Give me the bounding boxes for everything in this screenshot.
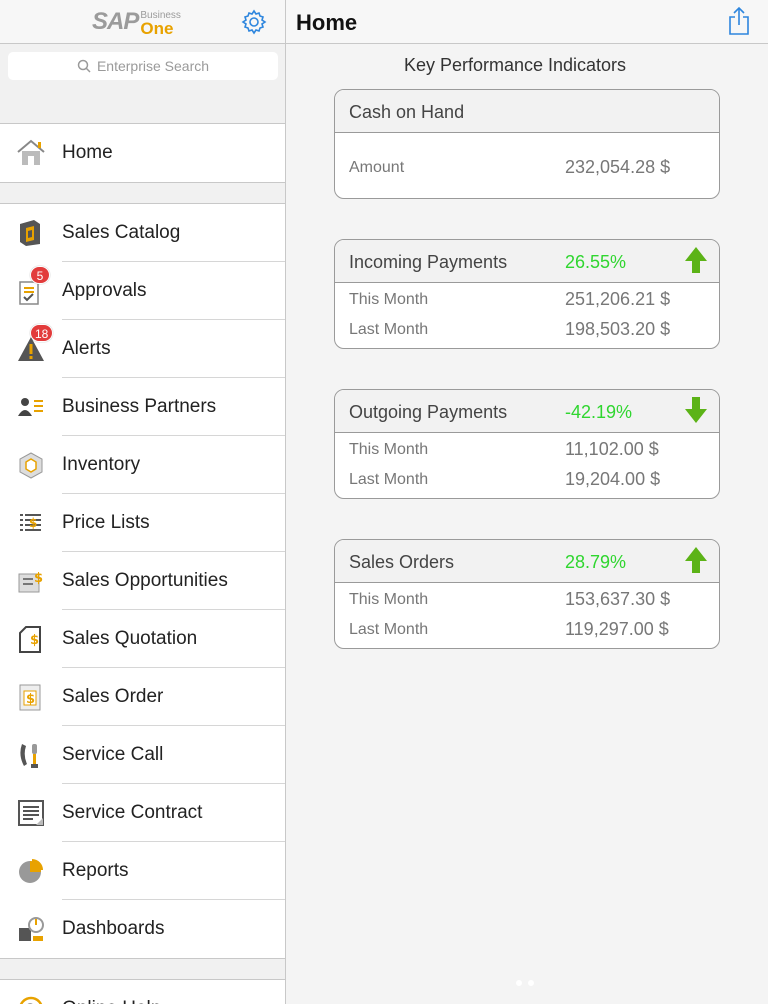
svg-text:?: ? — [26, 1000, 35, 1004]
change-percentage: 28.79% — [565, 552, 627, 572]
card-name: Cash on Hand — [349, 102, 465, 122]
last-month-label: Last Month — [349, 621, 429, 638]
arrow-down-icon — [685, 397, 707, 423]
last-month-value: 19,204.00 $ — [565, 469, 661, 489]
sidebar-item-price-lists[interactable]: $ Price Lists — [0, 494, 285, 552]
sales-order-icon: $ — [19, 684, 41, 711]
this-month-label: This Month — [349, 441, 429, 458]
sidebar-item-reports[interactable]: Reports — [0, 842, 285, 900]
svg-text:$: $ — [30, 633, 39, 648]
this-month-value: 251,206.21 $ — [565, 289, 671, 309]
arrow-up-icon — [685, 547, 707, 573]
sidebar-header: SAP Business One — [0, 0, 285, 44]
card-name: Outgoing Payments — [349, 402, 508, 422]
pie-chart-icon — [19, 859, 43, 883]
last-month-label: Last Month — [349, 321, 429, 338]
amount-label: Amount — [349, 159, 405, 176]
cash-on-hand-card[interactable]: Cash on Hand Amount 232,054.28 $ — [334, 89, 720, 199]
outgoing-payments-card[interactable]: Outgoing Payments -42.19% This Month 11,… — [334, 389, 720, 499]
sidebar-item-online-help[interactable]: ? Online Help — [0, 980, 285, 1004]
this-month-value: 11,102.00 $ — [565, 439, 659, 459]
service-call-icon — [20, 744, 38, 768]
help-group: ? Online Help — [0, 979, 285, 1004]
svg-text:$: $ — [34, 571, 43, 586]
sidebar-item-sales-order[interactable]: $ Sales Order — [0, 668, 285, 726]
sidebar-item-alerts[interactable]: 18 Alerts — [0, 320, 285, 378]
sidebar-item-sales-catalog[interactable]: Sales Catalog — [0, 204, 285, 262]
sidebar: SAP Business One Enterprise Search Home — [0, 0, 286, 1004]
page-dot — [516, 980, 522, 986]
svg-text:$: $ — [29, 516, 37, 530]
home-group: Home — [0, 123, 285, 183]
sidebar-item-service-call[interactable]: Service Call — [0, 726, 285, 784]
incoming-payments-card[interactable]: Incoming Payments 26.55% This Month 251,… — [334, 239, 720, 349]
enterprise-search-input[interactable]: Enterprise Search — [8, 52, 278, 80]
last-month-label: Last Month — [349, 471, 429, 488]
help-icon: ? — [19, 996, 43, 1004]
page-title: Home — [296, 10, 358, 35]
house-icon — [17, 139, 45, 165]
kpi-title: Key Performance Indicators — [403, 55, 627, 75]
last-month-value: 198,503.20 $ — [565, 319, 671, 339]
svg-text:$: $ — [26, 692, 35, 707]
inventory-icon — [19, 452, 43, 479]
gear-icon[interactable] — [240, 8, 268, 36]
top-bar: Home — [286, 0, 768, 44]
page-dot-active — [528, 980, 534, 986]
business-partners-icon — [18, 398, 43, 416]
alerts-badge: 18 — [30, 324, 54, 342]
sales-opportunities-icon: $ — [18, 571, 43, 593]
dashboards-icon — [19, 917, 44, 941]
last-month-value: 119,297.00 $ — [565, 619, 669, 639]
sidebar-item-sales-quotation[interactable]: $ Sales Quotation — [0, 610, 285, 668]
share-icon[interactable] — [728, 6, 750, 36]
price-list-icon: $ — [20, 514, 41, 531]
catalog-icon — [20, 220, 40, 246]
approvals-badge: 5 — [30, 266, 50, 284]
this-month-value: 153,637.30 $ — [565, 589, 671, 609]
change-percentage: 26.55% — [565, 252, 627, 272]
sidebar-item-inventory[interactable]: Inventory — [0, 436, 285, 494]
sidebar-item-home[interactable]: Home — [0, 124, 285, 182]
main-content: Home Key Performance Indicators Cash on … — [286, 0, 768, 1004]
modules-group: Sales Catalog 5 Approvals 18 Alerts Busi… — [0, 203, 285, 959]
change-percentage: -42.19% — [565, 402, 633, 422]
sidebar-item-dashboards[interactable]: Dashboards — [0, 900, 285, 958]
sidebar-item-service-contract[interactable]: Service Contract — [0, 784, 285, 842]
card-name: Incoming Payments — [349, 252, 508, 272]
page-indicator[interactable] — [516, 980, 534, 986]
arrow-up-icon — [685, 247, 707, 273]
sap-business-one-logo: SAP Business One — [92, 8, 181, 38]
sidebar-item-approvals[interactable]: 5 Approvals — [0, 262, 285, 320]
this-month-label: This Month — [349, 291, 429, 308]
this-month-label: This Month — [349, 591, 429, 608]
sales-quotation-icon: $ — [19, 626, 41, 653]
sidebar-item-business-partners[interactable]: Business Partners — [0, 378, 285, 436]
service-contract-icon — [18, 800, 44, 826]
search-icon — [77, 59, 91, 73]
sales-orders-card[interactable]: Sales Orders 28.79% This Month 153,637.3… — [334, 539, 720, 649]
card-name: Sales Orders — [349, 552, 455, 572]
amount-value: 232,054.28 $ — [565, 157, 671, 177]
sidebar-item-sales-opportunities[interactable]: $ Sales Opportunities — [0, 552, 285, 610]
